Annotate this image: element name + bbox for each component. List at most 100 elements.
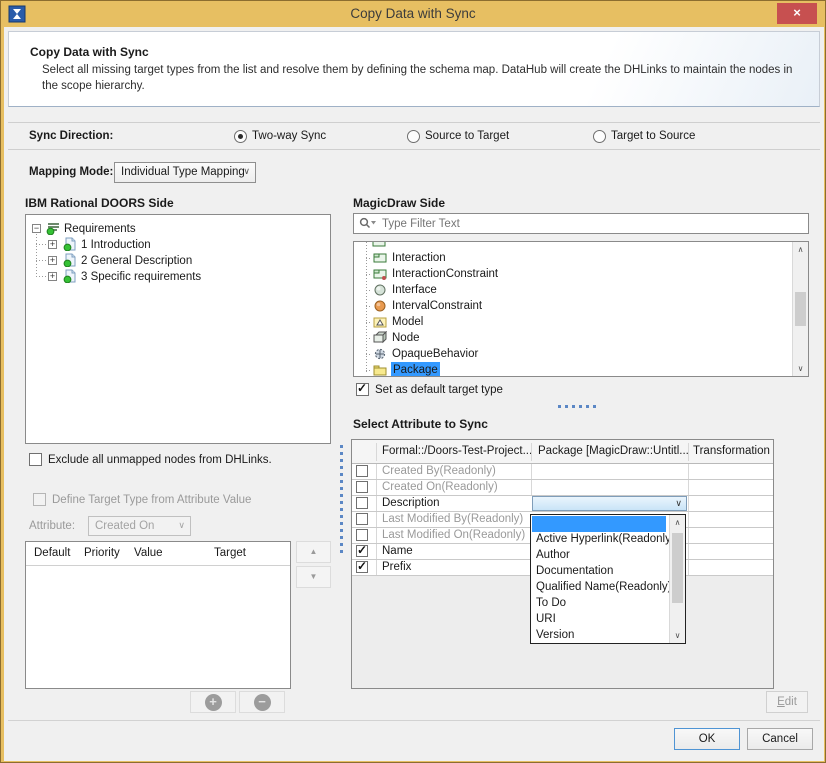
attr-row-description[interactable]: Description ∨ <box>352 496 773 512</box>
radio-two-way-sync-label[interactable]: Two-way Sync <box>252 130 326 142</box>
move-up-button[interactable]: ▲ <box>296 541 331 563</box>
attr-row-label: Name <box>382 545 413 557</box>
list-scrollbar[interactable]: ∧ ∨ <box>792 242 808 376</box>
tree-row-requirements[interactable]: − Requirements <box>26 221 330 237</box>
radio-target-to-source[interactable] <box>593 130 606 143</box>
dropdown-option[interactable]: Version <box>532 628 666 644</box>
horizontal-splitter-handle[interactable] <box>558 405 596 408</box>
target-attribute-combobox[interactable]: ∨ <box>532 496 687 511</box>
dialog-content: Copy Data with Sync Select all missing t… <box>4 27 824 761</box>
list-item-interface[interactable]: Interface <box>354 282 789 298</box>
dropdown-option[interactable]: URI <box>532 612 666 628</box>
dropdown-option[interactable]: Documentation <box>532 564 666 580</box>
radio-two-way-sync[interactable] <box>234 130 247 143</box>
type-filter-input[interactable] <box>380 215 800 232</box>
list-item-interaction[interactable]: Interaction <box>354 250 789 266</box>
attr-row-label: Last Modified By(Readonly) <box>382 513 523 525</box>
column-header-priority[interactable]: Priority <box>84 547 120 559</box>
exclude-unmapped-checkbox[interactable] <box>29 453 42 466</box>
column-header-default[interactable]: Default <box>34 547 70 559</box>
radio-target-to-source-label[interactable]: Target to Source <box>611 130 695 142</box>
remove-row-button[interactable]: − <box>239 691 285 713</box>
set-default-target-label[interactable]: Set as default target type <box>375 384 503 396</box>
define-target-type-checkbox <box>33 493 46 506</box>
scroll-up-icon[interactable]: ∧ <box>670 518 685 527</box>
scroll-down-icon[interactable]: ∨ <box>793 364 808 373</box>
list-item-interactionconstraint[interactable]: InteractionConstraint <box>354 266 789 282</box>
cell-separator <box>531 480 532 495</box>
tree-row-general-description[interactable]: + 2 General Description <box>26 253 330 269</box>
dropdown-option[interactable]: To Do <box>532 596 666 612</box>
attribute-dropdown-popup: Active Hyperlink(Readonly) Author Docume… <box>530 514 686 644</box>
define-target-type-label: Define Target Type from Attribute Value <box>52 494 251 506</box>
tree-expand-toggle[interactable]: + <box>48 272 57 281</box>
column-header-target[interactable]: Target <box>214 547 246 559</box>
attr-checkbox[interactable] <box>356 513 368 525</box>
cancel-button[interactable]: Cancel <box>747 728 813 750</box>
tree-connector <box>366 370 372 371</box>
tree-expand-toggle[interactable]: + <box>48 240 57 249</box>
scroll-up-icon[interactable]: ∧ <box>793 245 808 254</box>
add-row-button[interactable]: + <box>190 691 236 713</box>
window-title: Copy Data with Sync <box>1 6 825 21</box>
attr-checkbox-checked[interactable]: ✓ <box>356 561 368 573</box>
column-header-target-type[interactable]: Package [MagicDraw::Untitl... <box>538 445 689 457</box>
dropdown-scrollbar[interactable]: ∧ ∨ <box>669 515 685 643</box>
attr-checkbox-checked[interactable]: ✓ <box>356 545 368 557</box>
column-header-source[interactable]: Formal::/Doors-Test-Project... <box>382 445 532 457</box>
tree-collapse-toggle[interactable]: − <box>32 224 41 233</box>
sync-direction-label: Sync Direction: <box>29 130 113 142</box>
edit-button-label: dit <box>785 696 797 708</box>
dropdown-option[interactable]: Qualified Name(Readonly) <box>532 580 666 596</box>
edit-button-mnemonic: E <box>777 696 785 708</box>
check-icon: ✓ <box>357 381 367 395</box>
attr-row-label: Created On(Readonly) <box>382 481 498 493</box>
column-header-transformation-rule[interactable]: Transformation Rule <box>693 445 774 457</box>
header-separator <box>688 443 689 461</box>
attr-checkbox[interactable] <box>356 497 368 509</box>
close-button[interactable]: × <box>777 3 817 24</box>
move-down-button[interactable]: ▼ <box>296 566 331 588</box>
type-filter-field[interactable] <box>353 213 809 234</box>
list-item-package[interactable]: Package <box>354 362 789 377</box>
ok-button[interactable]: OK <box>674 728 740 750</box>
tree-row-introduction[interactable]: + 1 Introduction <box>26 237 330 253</box>
set-default-target-checkbox[interactable]: ✓ <box>356 383 369 396</box>
tree-expand-toggle[interactable]: + <box>48 256 57 265</box>
list-item-model[interactable]: Model <box>354 314 789 330</box>
scrollbar-thumb[interactable] <box>672 533 683 603</box>
radio-source-to-target[interactable] <box>407 130 420 143</box>
cell-separator <box>376 464 377 479</box>
tree-connector <box>366 338 372 339</box>
list-item-node[interactable]: Node <box>354 330 789 346</box>
cell-separator <box>688 544 689 559</box>
column-header-value[interactable]: Value <box>134 547 163 559</box>
attr-row-created-on[interactable]: Created On(Readonly) <box>352 480 773 496</box>
dropdown-option-empty[interactable] <box>532 516 666 532</box>
attr-checkbox[interactable] <box>356 481 368 493</box>
exclude-unmapped-label[interactable]: Exclude all unmapped nodes from DHLinks. <box>48 454 272 466</box>
header-panel: Copy Data with Sync Select all missing t… <box>8 31 820 107</box>
cell-separator <box>376 544 377 559</box>
attributes-table-header: Formal::/Doors-Test-Project... Package [… <box>352 440 773 464</box>
radio-source-to-target-label[interactable]: Source to Target <box>425 130 509 142</box>
dropdown-option[interactable]: Active Hyperlink(Readonly) <box>532 532 666 548</box>
vertical-splitter-handle[interactable] <box>340 445 343 555</box>
chevron-down-icon: ∨ <box>243 166 250 177</box>
list-item-clipped <box>372 241 386 247</box>
list-item-label: Interaction <box>392 251 446 266</box>
tree-item-label: Requirements <box>64 222 136 237</box>
copy-data-with-sync-dialog: Copy Data with Sync × Copy Data with Syn… <box>0 0 826 763</box>
header-description-line1: Select all missing target types from the… <box>42 64 792 76</box>
scroll-down-icon[interactable]: ∨ <box>670 631 685 640</box>
mapping-mode-combobox[interactable]: Individual Type Mapping ∨ <box>114 162 256 183</box>
dropdown-option[interactable]: Author <box>532 548 666 564</box>
attr-row-created-by[interactable]: Created By(Readonly) <box>352 464 773 480</box>
tree-row-specific-requirements[interactable]: + 3 Specific requirements <box>26 269 330 285</box>
scrollbar-thumb[interactable] <box>795 292 806 326</box>
list-item-intervalconstraint[interactable]: IntervalConstraint <box>354 298 789 314</box>
attr-checkbox[interactable] <box>356 529 368 541</box>
list-item-opaquebehavior[interactable]: OpaqueBehavior <box>354 346 789 362</box>
cell-separator <box>376 528 377 543</box>
attr-checkbox[interactable] <box>356 465 368 477</box>
